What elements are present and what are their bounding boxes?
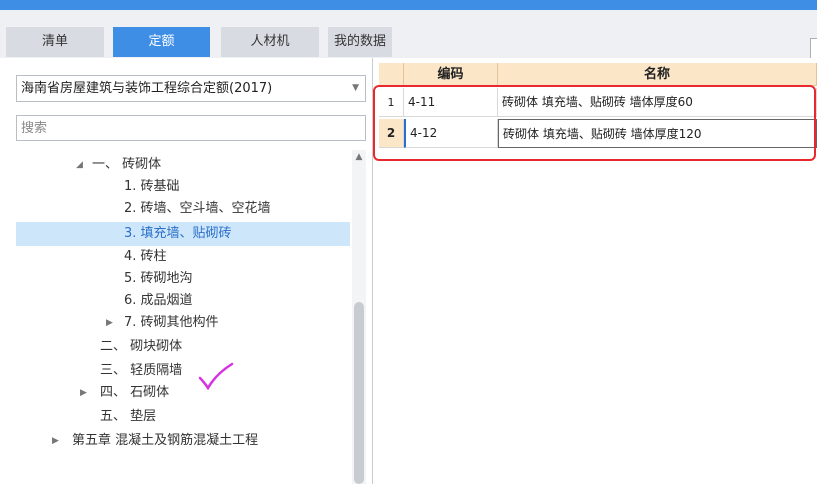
tab-bill[interactable]: 清单: [6, 27, 104, 57]
search-input[interactable]: [16, 115, 366, 141]
chapter-tree: ◢ 一、 砖砌体 1. 砖基础 2. 砖墙、空斗墙、空花墙 3. 填充墙、贴砌砖…: [16, 150, 350, 484]
tab-quota[interactable]: 定额: [113, 27, 210, 57]
tree-item-chapter-5[interactable]: ▶ 第五章 混凝土及钢筋混凝土工程: [16, 430, 350, 452]
row-number: 1: [379, 88, 404, 117]
table-row-current[interactable]: 2 4-12 砖砌体 填充墙、贴砌砖 墙体厚度120: [379, 119, 817, 148]
table-row[interactable]: 1 4-11 砖砌体 填充墙、贴砌砖 墙体厚度60: [379, 88, 817, 117]
grid-header-code[interactable]: 编码: [404, 63, 498, 86]
tree-item[interactable]: 二、 砌块砌体: [16, 336, 350, 358]
tree-item-selected[interactable]: 3. 填充墙、贴砌砖: [16, 222, 350, 246]
tree-item[interactable]: 4. 砖柱: [16, 246, 350, 268]
tree-item[interactable]: 6. 成品烟道: [16, 290, 350, 312]
scrollbar-thumb[interactable]: [354, 302, 364, 484]
chevron-down-icon[interactable]: ▼: [352, 76, 359, 101]
tree-item[interactable]: 五、 垫层: [16, 406, 350, 428]
tree-item-label: 3. 填充墙、贴砌砖: [124, 226, 232, 241]
tab-labor-material-machine[interactable]: 人材机: [221, 27, 319, 57]
tree-item-label: 四、 石砌体: [100, 385, 170, 400]
code-cell[interactable]: 4-12: [404, 119, 498, 148]
tree-item[interactable]: 三、 轻质隔墙: [16, 360, 350, 382]
title-bar: [0, 0, 817, 10]
tree-item[interactable]: ▶ 7. 砖砌其他构件: [16, 312, 350, 334]
grid-header-rownum: [379, 63, 404, 86]
tree-item-label: 7. 砖砌其他构件: [124, 315, 219, 330]
tree-item[interactable]: 5. 砖砌地沟: [16, 268, 350, 290]
tree-item[interactable]: 2. 砖墙、空斗墙、空花墙: [16, 198, 350, 220]
grid-header-name[interactable]: 名称: [498, 63, 817, 86]
tree-item-label: 五、 垫层: [100, 409, 157, 424]
tab-my-data[interactable]: 我的数据: [328, 27, 392, 57]
code-cell[interactable]: 4-11: [404, 88, 498, 117]
tab-strip: 清单 定额 人材机 我的数据: [0, 10, 817, 64]
tree-scrollbar[interactable]: ▲: [352, 150, 366, 484]
tree-item-label: 二、 砌块砌体: [100, 339, 183, 354]
name-cell[interactable]: 砖砌体 填充墙、贴砌砖 墙体厚度120: [498, 119, 817, 148]
tree-item-label: 第五章 混凝土及钢筋混凝土工程: [72, 433, 259, 448]
expand-arrow-icon[interactable]: ▶: [80, 382, 87, 404]
expand-arrow-icon[interactable]: ▶: [106, 312, 113, 334]
quota-library-select[interactable]: 海南省房屋建筑与装饰工程综合定额(2017) ▼: [16, 75, 366, 102]
row-number: 2: [379, 119, 404, 148]
scroll-up-arrow-icon[interactable]: ▲: [352, 150, 366, 164]
checkmark-annotation: [198, 362, 234, 391]
quota-library-value: 海南省房屋建筑与装饰工程综合定额(2017): [21, 81, 273, 96]
expand-arrow-icon[interactable]: ◢: [76, 154, 83, 176]
tree-item-label: 5. 砖砌地沟: [124, 271, 193, 286]
tree-item-label: 6. 成品烟道: [124, 293, 193, 308]
tree-item-label: 三、 轻质隔墙: [100, 363, 183, 378]
tree-item-label: 1. 砖基础: [124, 179, 180, 194]
tree-item-label: 4. 砖柱: [124, 249, 167, 264]
tree-item-masonry[interactable]: ◢ 一、 砖砌体: [16, 154, 350, 176]
expand-arrow-icon[interactable]: ▶: [52, 430, 59, 452]
tree-item-label: 2. 砖墙、空斗墙、空花墙: [124, 201, 271, 216]
tree-item[interactable]: ▶ 四、 石砌体: [16, 382, 350, 404]
tree-item[interactable]: 1. 砖基础: [16, 176, 350, 198]
name-cell[interactable]: 砖砌体 填充墙、贴砌砖 墙体厚度60: [498, 88, 817, 117]
tree-item-label: 一、 砖砌体: [92, 157, 162, 172]
quota-grid: 编码 名称 1 4-11 砖砌体 填充墙、贴砌砖 墙体厚度60 2 4-12 砖…: [379, 58, 817, 484]
quota-library-panel: 海南省房屋建筑与装饰工程综合定额(2017) ▼ ◢ 一、 砖砌体 1. 砖基础…: [0, 58, 373, 484]
